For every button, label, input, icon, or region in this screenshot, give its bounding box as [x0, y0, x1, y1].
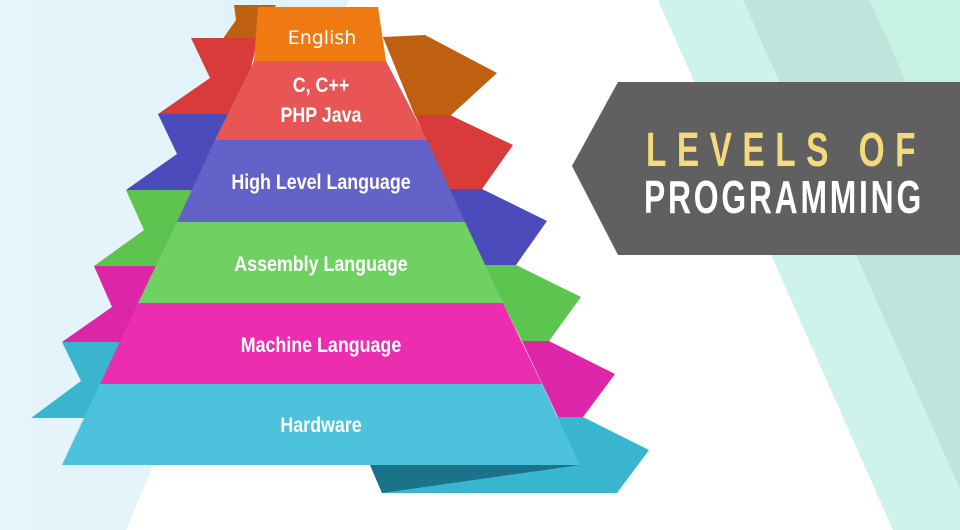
tier-assembly: Assembly Language: [138, 222, 503, 303]
tier-c-php-label-line2: PHP Java: [281, 104, 362, 128]
title-banner: LEVELS OF PROGRAMMING: [572, 82, 960, 255]
tier-c-php-label-line1: C, C++: [293, 74, 350, 98]
tier-high-level: High Level Language: [177, 140, 465, 222]
tier-hardware: Hardware: [62, 384, 580, 465]
tier-english-label: English: [288, 27, 357, 49]
tier-hardware-label: Hardware: [280, 414, 361, 438]
tier-high-level-label: High Level Language: [231, 171, 410, 195]
tier-machine: Machine Language: [100, 303, 542, 384]
title-line1: LEVELS OF: [646, 124, 926, 177]
tier-english: English: [254, 7, 386, 61]
tier-assembly-label: Assembly Language: [234, 253, 408, 277]
tier-machine-label: Machine Language: [241, 334, 402, 358]
levels-of-programming-infographic: English C, C++ PHP Java High Level Langu…: [0, 0, 960, 530]
title-line2: PROGRAMMING: [644, 171, 924, 223]
infographic-canvas: English C, C++ PHP Java High Level Langu…: [0, 0, 960, 530]
